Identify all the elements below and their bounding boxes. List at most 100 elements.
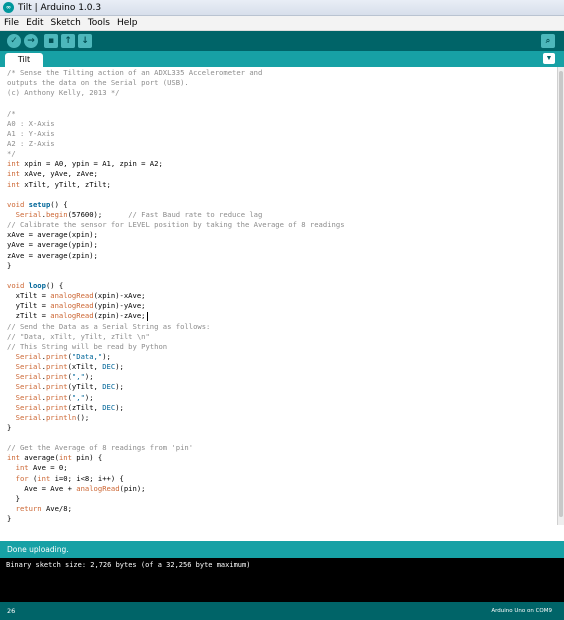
code-token: analogRead [50, 311, 94, 321]
code-token: analogRead [76, 483, 120, 493]
code-line: // Calibrate the sensor for LEVEL positi… [7, 220, 557, 230]
status-message: Done uploading. [7, 545, 69, 554]
code-line: yTilt = analogRead(ypin)-yAve; [7, 301, 557, 311]
code-token: println [45, 412, 77, 422]
code-line: int xAve, yAve, zAve; [7, 169, 557, 179]
code-token: return [15, 504, 42, 514]
code-line: A1 : Y-Axis [7, 129, 557, 139]
menu-file[interactable]: File [0, 18, 22, 28]
code-token: // Calibrate the sensor for LEVEL positi… [7, 220, 345, 230]
code-token: Serial [15, 402, 42, 412]
code-line: Serial.begin(57600); // Fast Baud rate t… [7, 210, 557, 220]
status-bar: Done uploading. [0, 541, 564, 558]
code-token: Serial [15, 392, 42, 402]
code-token: Ave = Ave + [7, 483, 77, 493]
code-line: Serial.println(); [7, 413, 557, 423]
code-token: int [7, 453, 20, 463]
arduino-logo-icon: ∞ [3, 2, 14, 13]
code-token: Serial [15, 351, 42, 361]
code-token: (); [76, 412, 90, 422]
window-title: Tilt | Arduino 1.0.3 [18, 2, 102, 13]
code-token: "Data," [71, 351, 103, 361]
code-token: (zTilt, [67, 402, 103, 412]
save-button[interactable]: ↓ [78, 34, 92, 48]
code-token: analogRead [50, 301, 94, 311]
menu-tools[interactable]: Tools [84, 18, 113, 28]
code-line: } [7, 423, 557, 433]
code-token: A0 : X-Axis [7, 118, 55, 128]
code-line: Serial.print(xTilt, DEC); [7, 362, 557, 372]
text-cursor [146, 311, 148, 321]
toolbar: ✓ → ▪ ↑ ↓ ⌕ [0, 31, 564, 51]
code-token: analogRead [50, 291, 94, 301]
code-token: DEC [102, 402, 116, 412]
menu-edit[interactable]: Edit [22, 18, 46, 28]
code-line: A2 : Z-Axis [7, 139, 557, 149]
code-token: ); [115, 402, 124, 412]
code-token: print [45, 372, 68, 382]
scrollbar-thumb[interactable] [559, 71, 563, 517]
footer-bar: 26 Arduino Uno on COM9 [0, 602, 564, 620]
console-output: Binary sketch size: 2,726 bytes (of a 32… [0, 558, 564, 602]
tab-tilt[interactable]: Tilt [5, 53, 43, 67]
code-line: Serial.print(","); [7, 372, 557, 382]
upload-button[interactable]: → [24, 34, 38, 48]
menu-help[interactable]: Help [113, 18, 141, 28]
code-token: (pin); [119, 483, 146, 493]
menu-sketch[interactable]: Sketch [47, 18, 84, 28]
code-token: } [7, 422, 12, 432]
code-line: /* Sense the Tilting action of an ADXL33… [7, 68, 557, 78]
console-text: Binary sketch size: 2,726 bytes (of a 32… [6, 561, 251, 569]
code-line: // Send the Data as a Serial String as f… [7, 322, 557, 332]
code-line: yAve = average(ypin); [7, 240, 557, 250]
code-token: print [45, 382, 68, 392]
open-button[interactable]: ↑ [61, 34, 75, 48]
code-line: } [7, 494, 557, 504]
code-token: (c) Anthony Kelly, 2013 */ [7, 88, 120, 98]
tab-menu-chevron-down-icon[interactable]: ▼ [543, 53, 555, 64]
code-token: /* [7, 108, 16, 118]
code-token: loop [28, 280, 46, 290]
code-line: int xTilt, yTilt, zTilt; [7, 180, 557, 190]
code-token: ); [102, 351, 111, 361]
code-token: i=0; i<8; i++) { [50, 473, 124, 483]
code-line: return Ave/8; [7, 504, 557, 514]
code-line: // This String will be read by Python [7, 342, 557, 352]
code-token: A1 : Y-Axis [7, 128, 55, 138]
code-line: int xpin = A0, ypin = A1, zpin = A2; [7, 159, 557, 169]
code-token: Ave = 0; [28, 463, 68, 473]
verify-button[interactable]: ✓ [7, 34, 21, 48]
line-number: 26 [7, 607, 16, 615]
code-token: print [45, 402, 68, 412]
code-token: int [37, 473, 51, 483]
code-token: ); [84, 372, 94, 382]
code-line: outputs the data on the Serial port (USB… [7, 78, 557, 88]
code-editor[interactable]: /* Sense the Tilting action of an ADXL33… [0, 67, 557, 525]
code-token: yTilt = [7, 301, 51, 311]
code-token: Serial [15, 209, 42, 219]
code-token: (zpin)-zAve; [93, 311, 146, 321]
code-token: int [7, 169, 20, 179]
code-token: (yTilt, [67, 382, 103, 392]
code-token: DEC [102, 362, 116, 372]
code-token: xAve = average(xpin); [7, 230, 98, 240]
code-line: Serial.print(","); [7, 393, 557, 403]
new-button[interactable]: ▪ [44, 34, 58, 48]
editor-scrollbar[interactable] [557, 67, 564, 525]
code-token: (xpin)-xAve; [93, 291, 146, 301]
code-line: Serial.print(zTilt, DEC); [7, 403, 557, 413]
serial-monitor-button[interactable]: ⌕ [541, 34, 555, 48]
code-token: } [7, 493, 20, 503]
code-line: // Get the Average of 8 readings from 'p… [7, 443, 557, 453]
code-token: // Get the Average of 8 readings from 'p… [7, 443, 194, 453]
code-line: int average(int pin) { [7, 453, 557, 463]
code-line: /* [7, 109, 557, 119]
